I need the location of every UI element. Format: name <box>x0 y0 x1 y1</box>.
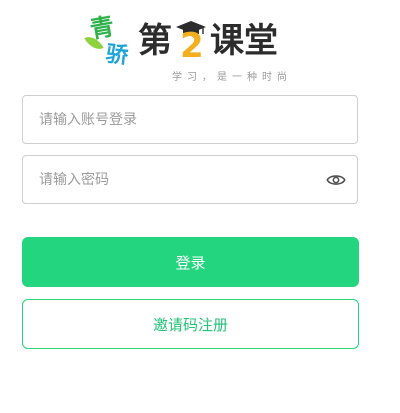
brand-logo: 青 骄 第 2 课堂 学习，是一种时尚 <box>84 10 298 83</box>
password-input[interactable] <box>39 156 319 203</box>
login-page: 青 骄 第 2 课堂 学习，是一种时尚 登录 <box>0 0 400 413</box>
slogan: 学习，是一种时尚 <box>172 72 292 83</box>
app-title: 第 2 课堂 <box>138 18 278 64</box>
logo-mark-bottom: 骄 <box>104 40 130 70</box>
account-input[interactable] <box>39 96 319 143</box>
login-button[interactable]: 登录 <box>22 237 359 287</box>
account-field <box>22 95 358 144</box>
title-prefix: 第 <box>138 21 172 61</box>
title-suffix: 课堂 <box>210 21 278 61</box>
logo-mark: 青 骄 <box>84 11 138 74</box>
invite-code-register-button[interactable]: 邀请码注册 <box>22 299 359 349</box>
password-field <box>22 155 358 204</box>
title-number: 2 <box>174 21 208 66</box>
title-digit: 2 <box>180 26 204 66</box>
eye-icon[interactable] <box>326 170 346 190</box>
logo-mark-top: 青 <box>87 11 117 44</box>
